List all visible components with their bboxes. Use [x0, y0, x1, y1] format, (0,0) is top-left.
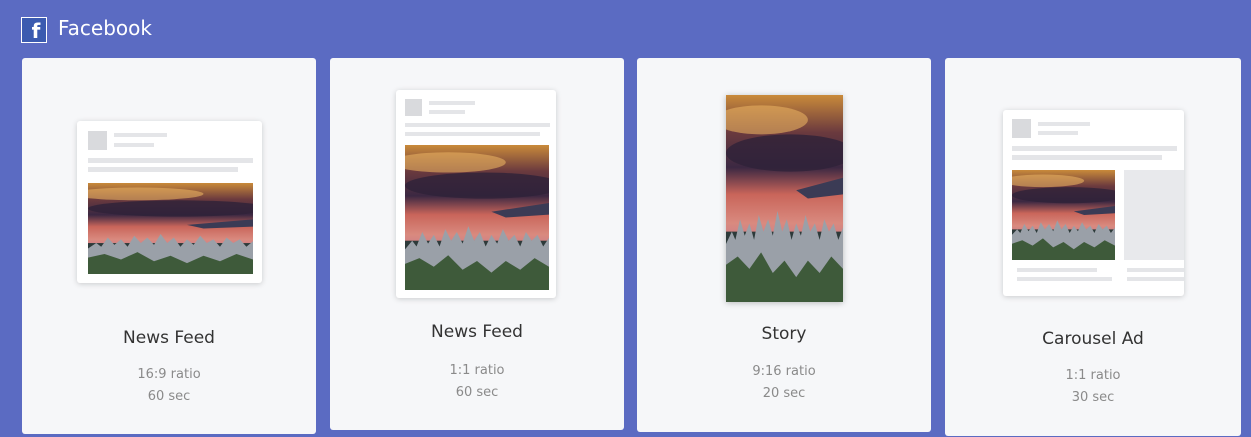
sunset-city-photo	[88, 183, 253, 274]
duration: 20 sec	[762, 386, 806, 401]
carousel-slide-photo	[1012, 170, 1115, 260]
text-placeholder	[1038, 131, 1078, 135]
text-placeholder	[1012, 155, 1162, 160]
facebook-header: f Facebook	[0, 0, 1251, 58]
card-meta: 16:9 ratio 60 sec	[22, 364, 316, 408]
carousel-next-slide-placeholder	[1124, 170, 1184, 260]
news-feed-landscape-preview	[77, 121, 262, 283]
aspect-ratio: 9:16 ratio	[752, 364, 816, 379]
card-meta: 1:1 ratio 30 sec	[945, 365, 1241, 409]
text-placeholder	[405, 132, 540, 136]
aspect-ratio: 16:9 ratio	[137, 367, 201, 382]
duration: 60 sec	[147, 389, 191, 404]
format-card-story-9-16[interactable]: Story 9:16 ratio 20 sec	[637, 58, 931, 432]
news-feed-square-preview	[396, 90, 556, 298]
format-card-carousel-ad[interactable]: Carousel Ad 1:1 ratio 30 sec	[945, 58, 1241, 436]
format-card-news-feed-1-1[interactable]: News Feed 1:1 ratio 60 sec	[330, 58, 624, 430]
text-placeholder	[1012, 146, 1177, 151]
text-placeholder	[1017, 277, 1112, 281]
text-placeholder	[114, 143, 154, 147]
aspect-ratio: 1:1 ratio	[1065, 368, 1121, 383]
text-placeholder	[1017, 268, 1097, 272]
text-placeholder	[429, 110, 465, 114]
card-meta: 9:16 ratio 20 sec	[637, 361, 931, 405]
text-placeholder	[1127, 268, 1184, 272]
aspect-ratio: 1:1 ratio	[449, 363, 505, 378]
header-title: Facebook	[58, 16, 152, 40]
text-placeholder	[88, 158, 253, 163]
story-preview-photo	[726, 95, 843, 302]
card-title: Carousel Ad	[1042, 329, 1144, 349]
text-placeholder	[88, 167, 238, 172]
text-placeholder	[1038, 122, 1090, 126]
duration: 60 sec	[455, 385, 499, 400]
facebook-icon: f	[21, 17, 47, 43]
card-title: News Feed	[123, 328, 215, 348]
avatar-placeholder	[88, 131, 107, 150]
duration: 30 sec	[1071, 390, 1115, 405]
text-placeholder	[1127, 277, 1184, 281]
carousel-ad-preview	[1003, 110, 1184, 296]
sunset-city-photo	[405, 145, 549, 290]
avatar-placeholder	[405, 99, 422, 116]
format-card-news-feed-16-9[interactable]: News Feed 16:9 ratio 60 sec	[22, 58, 316, 434]
avatar-placeholder	[1012, 119, 1031, 138]
text-placeholder	[405, 123, 550, 127]
card-meta: 1:1 ratio 60 sec	[330, 360, 624, 404]
text-placeholder	[429, 101, 475, 105]
card-title: News Feed	[431, 322, 523, 342]
card-title: Story	[761, 324, 807, 344]
text-placeholder	[114, 133, 167, 137]
